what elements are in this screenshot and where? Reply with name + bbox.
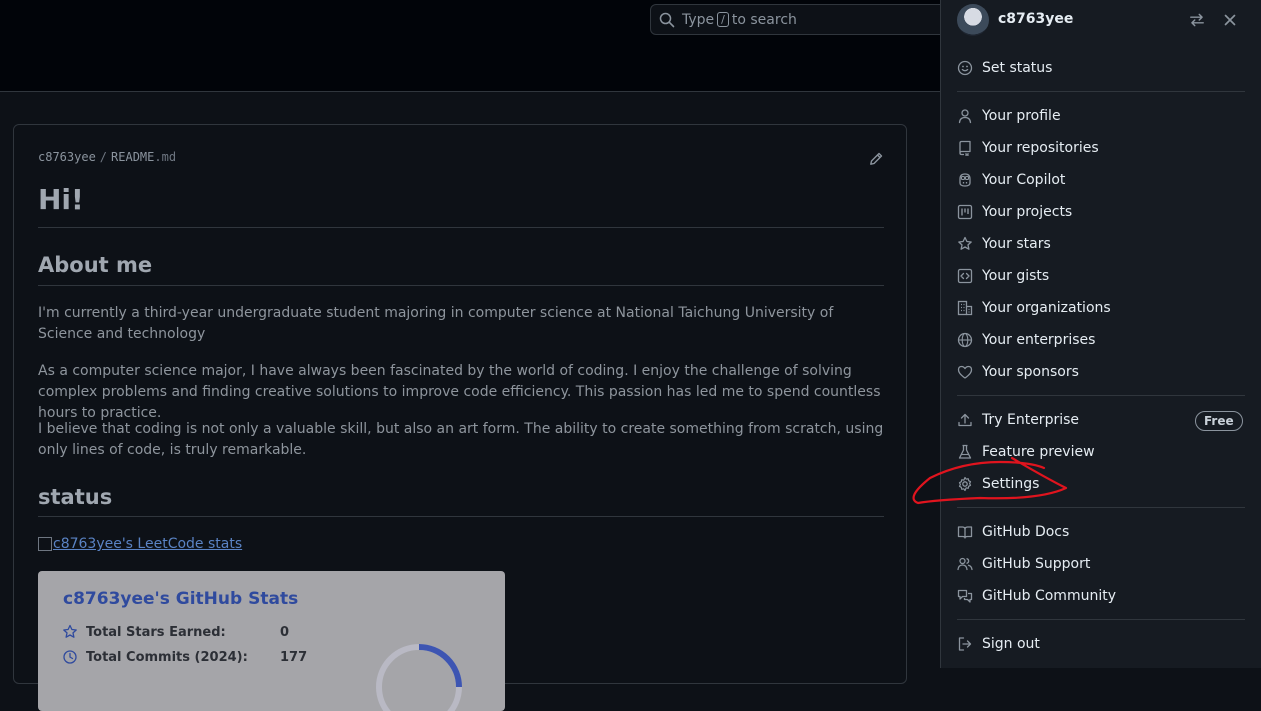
menu-item-github-community[interactable]: GitHub Community [957,582,1247,610]
stats-row: Total Stars Earned: 0 [62,624,289,640]
menu-item-github-support[interactable]: GitHub Support [957,550,1247,578]
leetcode-stats-alt: c8763yee's LeetCode stats [53,536,243,552]
breadcrumb-file[interactable]: README [111,150,154,164]
menu-item-github-docs[interactable]: GitHub Docs [957,518,1247,546]
book-icon [957,526,973,539]
readme-heading: Hi! [38,183,84,216]
free-badge: Free [1195,411,1243,431]
menu-divider [957,507,1245,508]
github-stats-title: c8763yee's GitHub Stats [63,589,299,609]
username: c8763yee [998,11,1074,27]
menu-item-your-enterprises[interactable]: Your enterprises [957,326,1247,354]
comment-discussion-icon [957,589,973,603]
leetcode-stats-link[interactable]: c8763yee's LeetCode stats [38,536,242,552]
star-icon [958,236,972,250]
menu-item-label: Your repositories [982,140,1099,156]
broken-image-icon [38,537,52,551]
menu-item-label: Set status [982,60,1053,76]
menu-item-label: Your gists [982,268,1050,284]
heart-icon [957,365,973,379]
paragraph: I believe that coding is not only a valu… [38,421,884,458]
stats-value: 177 [280,649,308,665]
organization-icon [957,300,973,316]
close-button[interactable] [1221,11,1239,29]
search-prefix: Type [682,11,715,28]
heading-rule [38,516,884,517]
menu-item-label: Your stars [982,236,1051,252]
menu-item-label: Feature preview [982,444,1095,460]
gear-icon [958,476,972,492]
people-icon [957,557,973,571]
breadcrumb-ext: .md [154,150,177,164]
menu-item-label: Your Copilot [982,172,1066,188]
search-shortcut-key: / [717,12,729,27]
breadcrumb: c8763yee / README.md [38,150,177,164]
repo-icon [959,140,971,156]
pencil-icon [870,152,883,165]
menu-item-your-organizations[interactable]: Your organizations [957,294,1247,322]
history-icon [63,650,77,664]
breadcrumb-owner[interactable]: c8763yee [38,150,96,164]
smiley-icon [957,60,973,76]
menu-item-label: Try Enterprise [982,412,1080,428]
globe-icon [957,332,973,348]
upload-icon [958,413,972,427]
switch-account-button[interactable] [1188,11,1206,29]
beaker-icon [958,444,972,459]
code-square-icon [957,268,973,284]
menu-item-label: GitHub Docs [982,524,1070,540]
stats-row: Total Commits (2024): 177 [62,649,307,665]
stats-label: Total Commits (2024): [86,649,248,665]
menu-item-label: Your profile [982,108,1061,124]
search-icon [659,12,675,27]
main-content: c8763yee / README.md Hi! About me I'm curr… [0,92,940,711]
menu-item-your-stars[interactable]: Your stars [957,230,1247,258]
paragraph: I'm currently a third-year undergraduate… [38,305,834,342]
avatar [957,4,989,36]
readme-card: c8763yee / README.md Hi! About me I'm curr… [13,124,907,711]
edit-readme-button[interactable] [868,151,884,171]
menu-item-label: GitHub Support [982,556,1091,572]
menu-item-your-repositories[interactable]: Your repositories [957,134,1247,162]
stats-value: 0 [280,624,290,640]
menu-item-feature-preview[interactable]: Feature preview [957,438,1247,466]
menu-item-set-status[interactable]: Set status [957,54,1247,82]
arrow-switch-icon [1190,13,1204,27]
menu-item-label: Settings [982,476,1040,492]
menu-item-your-gists[interactable]: Your gists [957,262,1247,290]
heading-rule [38,227,884,228]
menu-item-sign-out[interactable]: Sign out [957,630,1247,658]
sign-out-icon [958,637,972,651]
paragraph: As a computer science major, I have alwa… [38,363,881,421]
project-icon [957,204,973,220]
menu-item-your-copilot[interactable]: Your Copilot [957,166,1247,194]
menu-divider [957,619,1245,620]
menu-item-label: Your organizations [982,300,1111,316]
github-stats-card: c8763yee's GitHub Stats Total Stars Earn… [38,571,505,711]
menu-item-settings[interactable]: Settings [957,470,1247,498]
menu-item-label: Your projects [982,204,1073,220]
menu-item-your-sponsors[interactable]: Your sponsors [957,358,1247,386]
menu-item-label: Your enterprises [982,332,1096,348]
person-icon [958,109,972,124]
menu-item-label: Sign out [982,636,1040,652]
menu-divider [957,395,1245,396]
about-heading: About me [38,253,153,277]
status-heading: status [38,485,113,509]
stats-label: Total Stars Earned: [86,624,226,640]
search-suffix: to search [731,11,797,28]
menu-item-your-profile[interactable]: Your profile [957,102,1247,130]
menu-item-label: GitHub Community [982,588,1116,604]
close-icon [1224,14,1236,26]
heading-rule [38,285,884,286]
menu-item-your-projects[interactable]: Your projects [957,198,1247,226]
star-icon [63,624,77,638]
rank-ring [376,644,462,711]
user-menu-panel: c8763yee Set status Your profile Your re… [940,0,1261,668]
copilot-icon [959,173,971,187]
menu-divider [957,91,1245,92]
search-input[interactable]: Type / to search [650,4,950,35]
menu-item-label: Your sponsors [982,364,1079,380]
